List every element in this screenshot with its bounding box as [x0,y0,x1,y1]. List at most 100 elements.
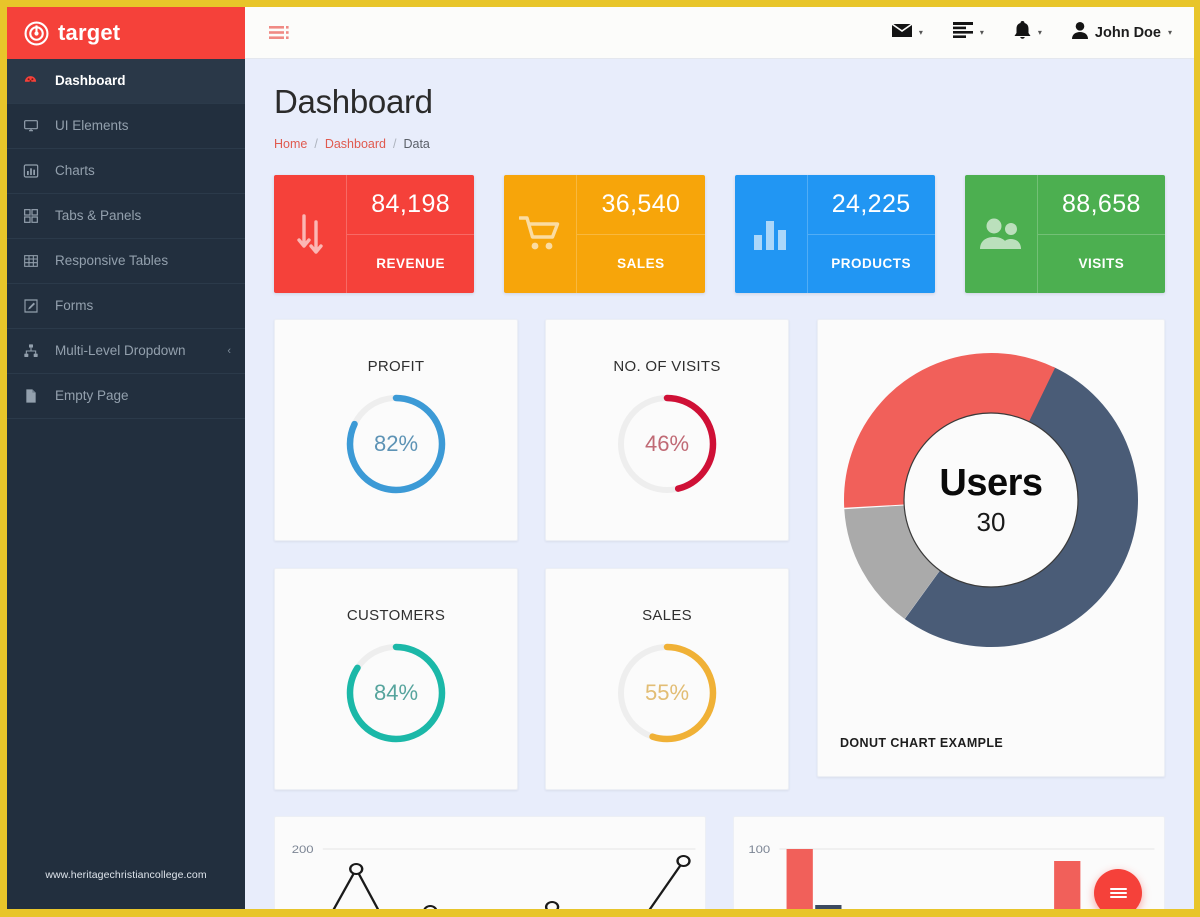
sidebar-item-label: Multi-Level Dropdown [55,343,186,358]
sidebar-item-label: Responsive Tables [55,253,169,268]
donut-chart-card: Users 30 DONUT CHART EXAMPLE [817,319,1165,777]
stat-value: 88,658 [1061,189,1141,218]
donut-center-label: Users [939,462,1043,504]
sidebar-item-label: Dashboard [55,73,126,88]
donut-chart: Users 30 [836,345,1146,655]
stat-card-revenue[interactable]: 84,198 REVENUE [274,175,475,294]
gauge-title: SALES [642,607,692,624]
user-avatar-icon [1071,21,1088,44]
sidebar-item-charts[interactable]: Charts [7,149,245,193]
stat-value: 84,198 [371,189,451,218]
chevron-down-icon: ▾ [1037,28,1042,37]
gauge-chart-customers: 84% [342,639,450,747]
app-root: target Dashboard UI Elements Charts Tabs… [7,7,1194,909]
gauge-title: PROFIT [367,358,425,375]
sidebar-item-ui-elements[interactable]: UI Elements [7,104,245,148]
stat-card-body: 88,658 VISITS [1036,175,1165,294]
gauge-cards: PROFIT 82% NO. OF VISITS 46% CUSTOMERS 8… [274,319,790,790]
gauge-card-no-of-visits: NO. OF VISITS 46% [545,319,789,541]
brand-name: target [58,20,121,45]
target-bullseye-icon [24,21,49,46]
breadcrumb-item-dashboard[interactable]: Dashboard [325,137,386,151]
sidebar-item-responsive-tables[interactable]: Responsive Tables [7,239,245,283]
users-group-icon [965,175,1037,293]
sidebar-item-label: Charts [55,163,95,178]
bar-chart-card: 100 [733,816,1165,909]
breadcrumb-separator: / [392,137,397,151]
breadcrumb-item-data: Data [403,137,430,151]
gauge-chart-visits: 46% [613,390,721,498]
bar-chart-icon [22,162,39,179]
edit-square-icon [22,297,39,314]
table-icon [22,252,39,269]
brand-logo-area[interactable]: target [7,7,245,59]
stat-label: PRODUCTS [807,233,935,294]
chevron-left-icon: ‹ [227,344,231,357]
page-content: Dashboard Home / Dashboard / Data 84,198… [245,59,1194,909]
page-title: Dashboard [274,83,433,120]
sidebar: target Dashboard UI Elements Charts Tabs… [7,7,245,909]
floating-action-button[interactable] [1094,869,1142,909]
sitemap-icon [22,342,39,359]
gauge-value: 84% [373,680,419,705]
stat-card-body: 24,225 PRODUCTS [806,175,935,294]
gauge-card-customers: CUSTOMERS 84% [274,568,518,790]
bar-chart-icon [735,175,807,293]
panels-icon [22,207,39,224]
gauge-card-sales: SALES 55% [545,568,789,790]
gauge-card-profit: PROFIT 82% [274,319,518,541]
breadcrumb-separator: / [314,137,318,151]
gauge-chart-sales: 55% [613,639,721,747]
user-name: John Doe [1094,24,1161,41]
bell-icon [1014,21,1031,44]
shopping-cart-icon [504,175,576,293]
stat-label: VISITS [1037,233,1165,294]
hamburger-menu-icon [1109,886,1127,900]
svg-text:200: 200 [292,843,314,856]
gauge-value: 55% [644,680,690,705]
stat-card-body: 36,540 SALES [576,175,705,294]
gauge-value: 46% [644,431,690,456]
main-area: ▾ ▾ ▾ John Doe ▾ Dashboard Home / Dashbo… [245,7,1194,909]
sidebar-item-forms[interactable]: Forms [7,284,245,328]
breadcrumb-item-home[interactable]: Home [274,137,307,151]
chevron-down-icon: ▾ [918,28,923,37]
sidebar-item-tabs-panels[interactable]: Tabs & Panels [7,194,245,238]
sidebar-item-dashboard[interactable]: Dashboard [7,59,245,103]
sidebar-watermark: www.heritagechristiancollege.com [45,869,207,881]
dashboard-icon [22,72,39,89]
up-down-arrows-icon [274,175,346,293]
donut-center-value: 30 [976,507,1006,537]
envelope-icon [891,22,913,43]
gauge-title: CUSTOMERS [346,607,446,624]
messages-menu[interactable]: ▾ [891,22,923,43]
chevron-down-icon: ▾ [1167,28,1172,37]
stat-card-products[interactable]: 24,225 PRODUCTS [734,175,935,294]
donut-center-text: Users 30 [836,345,1146,655]
line-chart-card: 200 [274,816,706,909]
sidebar-nav: Dashboard UI Elements Charts Tabs & Pane… [7,59,245,419]
gauge-value: 82% [373,431,419,456]
stat-card-sales[interactable]: 36,540 SALES [504,175,705,294]
divider [7,418,245,419]
stat-label: SALES [577,233,705,294]
stat-label: REVENUE [347,233,475,294]
bottom-charts-row: 200 100 [274,816,1165,909]
file-icon [22,387,39,404]
sidebar-item-label: Forms [55,298,94,313]
breadcrumb: Home / Dashboard / Data [274,137,1165,151]
notifications-menu[interactable]: ▾ [1014,21,1042,44]
sidebar-item-empty-page[interactable]: Empty Page [7,374,245,418]
stat-card-visits[interactable]: 88,658 VISITS [964,175,1165,294]
sidebar-item-label: UI Elements [55,118,129,133]
sidebar-item-label: Tabs & Panels [55,208,142,223]
topbar: ▾ ▾ ▾ John Doe ▾ [245,7,1194,59]
gauge-chart-profit: 82% [342,390,450,498]
user-menu[interactable]: John Doe ▾ [1071,21,1172,44]
sidebar-toggle-button[interactable] [269,25,291,41]
donut-chart-caption: DONUT CHART EXAMPLE [840,736,1004,750]
sidebar-item-label: Empty Page [55,388,129,403]
tasks-menu[interactable]: ▾ [952,22,984,43]
tasks-list-icon [952,22,973,43]
sidebar-item-multi-level-dropdown[interactable]: Multi-Level Dropdown ‹ [7,329,245,373]
